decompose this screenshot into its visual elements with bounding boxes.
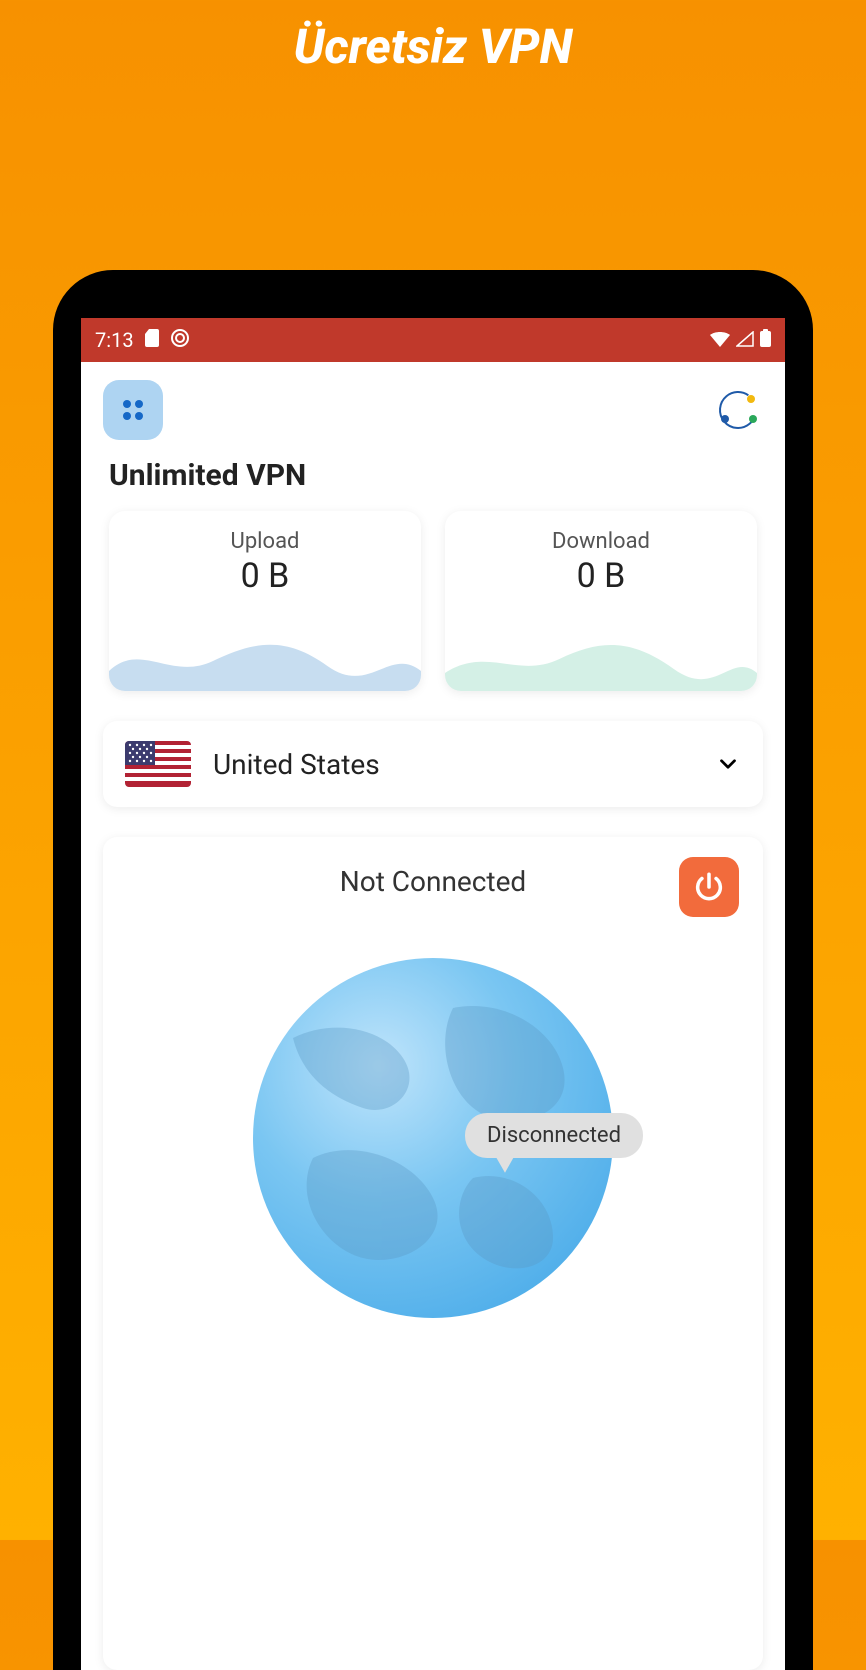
server-name: United States (213, 748, 693, 781)
stats-row: Upload 0 B Download 0 B (81, 511, 785, 691)
promo-banner: Ücretsiz VPN (0, 0, 866, 75)
phone-screen: 7:13 (81, 318, 785, 1670)
menu-button[interactable] (103, 380, 163, 440)
connection-bubble: Disconnected (465, 1113, 643, 1158)
signal-icon (736, 328, 754, 352)
globe-wrap: Disconnected (253, 958, 613, 1318)
chevron-down-icon (715, 751, 741, 777)
battery-icon (760, 328, 771, 352)
share-button[interactable] (713, 385, 763, 435)
server-selector[interactable]: United States (103, 721, 763, 807)
download-value: 0 B (577, 556, 626, 596)
upload-wave-icon (109, 631, 421, 691)
bubble-text: Disconnected (487, 1123, 621, 1148)
share-icon (715, 387, 761, 433)
menu-dots-icon (118, 395, 148, 425)
status-time: 7:13 (95, 328, 134, 352)
download-wave-icon (445, 631, 757, 691)
download-label: Download (552, 529, 650, 554)
phone-frame: 7:13 (53, 270, 813, 1670)
power-button[interactable] (679, 857, 739, 917)
upload-card: Upload 0 B (109, 511, 421, 691)
status-bar: 7:13 (81, 318, 785, 362)
app-header (81, 362, 785, 448)
sync-icon (170, 328, 190, 353)
status-right (710, 328, 771, 352)
connection-status: Not Connected (340, 865, 526, 898)
download-card: Download 0 B (445, 511, 757, 691)
status-left: 7:13 (95, 328, 190, 353)
power-icon (692, 870, 726, 904)
app-title: Unlimited VPN (81, 448, 785, 511)
sd-card-icon (144, 328, 160, 352)
promo-title: Ücretsiz VPN (294, 18, 573, 75)
connection-card: Not Connected Disconnected (103, 837, 763, 1670)
us-flag-icon (125, 741, 191, 787)
upload-value: 0 B (241, 556, 290, 596)
wifi-icon (710, 328, 730, 352)
upload-label: Upload (231, 529, 300, 554)
